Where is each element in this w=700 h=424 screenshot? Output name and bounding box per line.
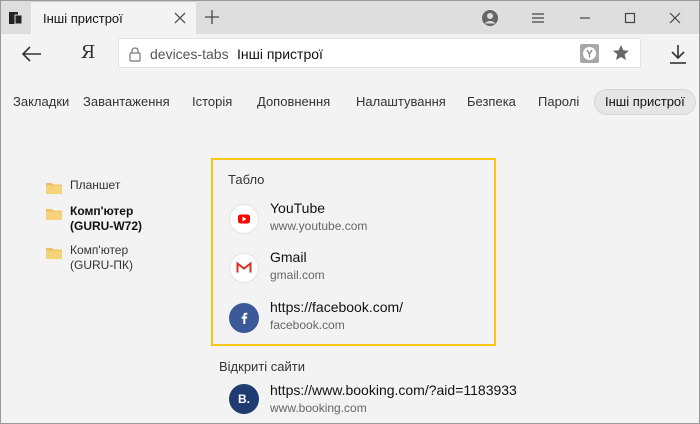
site-title: YouTube (270, 200, 326, 216)
open-sites-heading: Відкриті сайти (219, 359, 305, 374)
profile-button[interactable] (468, 1, 512, 34)
window-close-icon (669, 12, 681, 23)
device-label: Комп'ютер (GURU-W72) (70, 204, 190, 234)
maximize-button[interactable] (608, 1, 652, 34)
tab-history[interactable]: Історія (192, 89, 232, 115)
maximize-icon (624, 12, 636, 23)
menu-button[interactable] (516, 1, 560, 34)
minimize-icon (580, 16, 590, 19)
window-close-button[interactable] (653, 1, 697, 34)
browser-app-icon[interactable] (7, 9, 25, 27)
tab-other-devices[interactable]: Інші пристрої (31, 1, 196, 34)
folder-icon (46, 248, 62, 259)
facebook-icon (229, 303, 259, 333)
device-tablet[interactable]: Планшет (46, 178, 176, 196)
minimize-button[interactable] (563, 1, 607, 34)
tab-settings[interactable]: Налаштування (356, 89, 446, 115)
device-computer-pk[interactable]: Комп'ютер (GURU-ПК) (46, 243, 186, 275)
close-icon[interactable] (172, 10, 188, 26)
address-page-title: Інші пристрої (237, 46, 323, 62)
device-id: (GURU-W72) (70, 219, 142, 233)
tablo-heading: Табло (228, 172, 265, 187)
new-tab-plus-icon[interactable] (203, 8, 221, 26)
yandex-shield-button[interactable] (580, 44, 599, 63)
menu-icon (532, 12, 544, 23)
profile-icon (482, 9, 498, 26)
lock-icon (129, 47, 141, 62)
tab-extensions[interactable]: Доповнення (257, 89, 330, 115)
bookmark-star-icon[interactable] (611, 43, 631, 63)
device-name: Комп'ютер (70, 243, 129, 257)
navigation-bar: Я devices-tabs Інші пристрої (1, 34, 699, 74)
site-url: www.booking.com (270, 401, 367, 415)
device-label: Планшет (70, 178, 121, 192)
site-title: https://facebook.com/ (270, 299, 404, 315)
youtube-icon (229, 204, 259, 234)
site-title: Gmail (270, 249, 307, 265)
tab-title: Інші пристрої (43, 11, 123, 26)
booking-icon: B. (229, 384, 259, 414)
site-url: www.youtube.com (270, 219, 368, 233)
tab-passwords[interactable]: Паролі (538, 89, 579, 115)
address-host: devices-tabs (150, 46, 229, 62)
browser-window: Інші пристрої Я devices-tabs Інші пристр… (0, 0, 700, 424)
device-computer-w72[interactable]: Комп'ютер (GURU-W72) (46, 204, 186, 236)
site-url: gmail.com (270, 268, 325, 282)
gmail-icon (229, 253, 259, 283)
site-url: facebook.com (270, 318, 345, 332)
download-icon[interactable] (667, 42, 689, 66)
tablo-site-youtube[interactable]: YouTube www.youtube.com (229, 200, 489, 236)
device-name: Комп'ютер (70, 204, 134, 218)
site-title: https://www.booking.com/?aid=1183933 (270, 382, 517, 398)
tab-security[interactable]: Безпека (467, 89, 516, 115)
tablo-site-gmail[interactable]: Gmail gmail.com (229, 249, 489, 285)
back-arrow-icon[interactable] (19, 42, 45, 66)
folder-icon (46, 183, 62, 194)
address-bar[interactable]: devices-tabs Інші пристрої (118, 38, 641, 68)
open-site-booking[interactable]: B. https://www.booking.com/?aid=1183933 … (229, 382, 589, 418)
yandex-button[interactable]: Я (75, 39, 101, 67)
tab-downloads[interactable]: Завантаження (83, 89, 170, 115)
folder-icon (46, 209, 62, 220)
tablo-site-facebook[interactable]: https://facebook.com/ facebook.com (229, 299, 489, 335)
tab-bookmarks[interactable]: Закладки (13, 89, 69, 115)
tablo-panel: Табло YouTube www.youtube.com Gmail gmai… (211, 158, 496, 346)
tab-other-devices-active[interactable]: Інші пристрої (594, 89, 696, 115)
title-bar: Інші пристрої (1, 1, 699, 34)
device-label: Комп'ютер (GURU-ПК) (70, 243, 190, 273)
settings-tabs: Закладки Завантаження Історія Доповнення… (1, 89, 699, 115)
yandex-shield-icon (583, 47, 596, 60)
device-id: (GURU-ПК) (70, 258, 133, 272)
